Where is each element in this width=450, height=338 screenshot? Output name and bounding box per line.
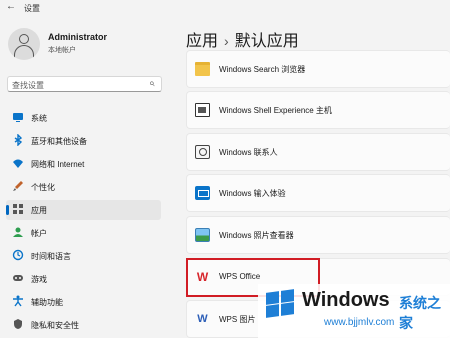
window-title: 设置 — [24, 4, 40, 13]
breadcrumb-separator: › — [224, 33, 229, 49]
sidebar-item-label: 帐户 — [31, 229, 47, 238]
contacts-icon — [195, 145, 210, 159]
breadcrumb: 应用 › 默认应用 — [186, 27, 299, 51]
search-icon[interactable]: ⌕ — [149, 78, 155, 89]
title-bar: ← 设置 — [0, 0, 450, 16]
folder-icon — [195, 62, 210, 76]
user-name: Administrator — [48, 32, 108, 42]
app-row-photo-viewer[interactable]: Windows 照片查看器 — [186, 216, 450, 254]
wps-picture-icon: W — [197, 313, 208, 325]
account-type: 本地帐户 — [48, 47, 76, 54]
search-placeholder: 查找设置 — [12, 81, 44, 90]
globe-clock-icon — [12, 249, 24, 261]
sidebar-item-label: 蓝牙和其他设备 — [31, 137, 87, 146]
page-title: 默认应用 — [234, 33, 299, 50]
bluetooth-icon — [12, 133, 24, 147]
watermark-url: www.bjjmlv.com — [324, 317, 395, 328]
sidebar-item-label: 游戏 — [31, 275, 47, 284]
app-name: WPS 图片 — [219, 315, 256, 324]
apps-icon — [12, 203, 24, 215]
watermark: Windows 系统之家 www.bjjmlv.com — [258, 284, 450, 338]
keyboard-icon — [195, 186, 210, 200]
app-row-shell-experience[interactable]: Windows Shell Experience 主机 — [186, 91, 450, 129]
search-input[interactable]: 查找设置 ⌕ — [7, 76, 162, 92]
gamepad-icon — [12, 272, 24, 284]
brush-icon — [12, 180, 24, 192]
app-name: Windows Shell Experience 主机 — [219, 106, 332, 115]
sidebar-item-system[interactable]: 系统 — [6, 108, 161, 128]
accessibility-icon — [12, 295, 24, 307]
sidebar-item-accessibility[interactable]: 辅助功能 — [6, 292, 161, 312]
sidebar-item-label: 系统 — [31, 114, 47, 123]
sidebar-item-gaming[interactable]: 游戏 — [6, 269, 161, 289]
app-name: Windows 照片查看器 — [219, 231, 294, 240]
user-profile[interactable]: Administrator 本地帐户 — [8, 28, 173, 64]
watermark-site-name: 系统之家 — [399, 295, 441, 331]
sidebar-item-network[interactable]: 网络和 Internet — [6, 154, 161, 174]
back-arrow-icon[interactable]: ← — [6, 1, 16, 12]
avatar-body-icon — [14, 45, 34, 59]
app-row-input-experience[interactable]: Windows 输入体验 — [186, 174, 450, 212]
app-name: Windows Search 浏览器 — [219, 65, 306, 74]
sidebar-item-label: 辅助功能 — [31, 298, 63, 307]
sidebar-item-label: 应用 — [31, 206, 47, 215]
photo-icon — [195, 228, 210, 242]
avatar-head-icon — [19, 34, 29, 44]
sidebar: Administrator 本地帐户 查找设置 ⌕ 系统 蓝牙和其他设备 网络和… — [0, 16, 176, 338]
sidebar-item-label: 个性化 — [31, 183, 55, 192]
person-icon — [12, 226, 24, 238]
app-name: Windows 联系人 — [219, 148, 278, 157]
windows-logo-icon — [266, 289, 296, 318]
avatar — [8, 28, 40, 60]
monitor-icon — [12, 111, 24, 123]
sidebar-item-accounts[interactable]: 帐户 — [6, 223, 161, 243]
sidebar-item-label: 隐私和安全性 — [31, 321, 79, 330]
app-name: Windows 输入体验 — [219, 189, 286, 198]
wifi-icon — [12, 157, 24, 169]
watermark-brand: Windows — [302, 289, 390, 311]
sidebar-item-apps[interactable]: 应用 — [6, 200, 161, 220]
sidebar-item-bluetooth[interactable]: 蓝牙和其他设备 — [6, 131, 161, 151]
app-row-contacts[interactable]: Windows 联系人 — [186, 133, 450, 171]
active-indicator — [6, 205, 9, 215]
shield-icon — [12, 318, 24, 330]
sidebar-item-personalization[interactable]: 个性化 — [6, 177, 161, 197]
app-row-windows-search[interactable]: Windows Search 浏览器 — [186, 50, 450, 88]
shell-window-icon — [195, 103, 210, 117]
sidebar-item-label: 时间和语言 — [31, 252, 71, 261]
sidebar-item-time-language[interactable]: 时间和语言 — [6, 246, 161, 266]
sidebar-item-label: 网络和 Internet — [31, 160, 85, 169]
breadcrumb-parent[interactable]: 应用 — [186, 33, 218, 50]
sidebar-item-privacy[interactable]: 隐私和安全性 — [6, 315, 161, 335]
